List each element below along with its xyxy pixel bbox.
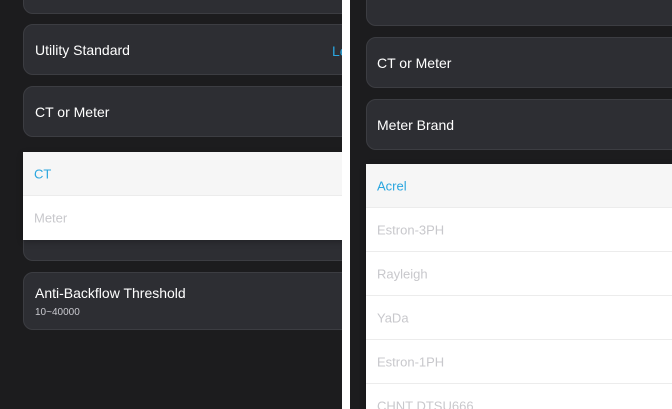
option-rayleigh[interactable]: Rayleigh: [366, 252, 672, 296]
ct-or-meter-label-right: CT or Meter: [377, 55, 452, 71]
meter-brand-dropdown: Acrel Estron-3PH Rayleigh YaDa Estron-1P…: [366, 164, 672, 409]
option-yada[interactable]: YaDa: [366, 296, 672, 340]
utility-standard-label: Utility Standard: [35, 42, 130, 58]
meter-brand-label: Meter Brand: [377, 117, 455, 133]
anti-backflow-label: Anti-Backflow Threshold: [35, 285, 186, 301]
meter-brand-row[interactable]: Meter Brand: [366, 99, 672, 150]
option-chnt-dtsu666[interactable]: CHNT DTSU666: [366, 384, 672, 409]
option-rayleigh-label: Rayleigh: [377, 266, 428, 281]
option-estron-1ph[interactable]: Estron-1PH: [366, 340, 672, 384]
left-settings-panel: Utility Standard Le CT or Meter CT Meter…: [0, 0, 342, 409]
option-acrel[interactable]: Acrel: [366, 164, 672, 208]
option-meter[interactable]: Meter: [23, 196, 342, 240]
anti-backflow-range: 10~40000: [35, 307, 80, 318]
anti-backflow-row[interactable]: Anti-Backflow Threshold 10~40000: [23, 272, 342, 330]
ct-or-meter-row[interactable]: CT or Meter: [23, 86, 342, 137]
ct-or-meter-row-right[interactable]: CT or Meter: [366, 37, 672, 88]
option-acrel-label: Acrel: [377, 178, 407, 193]
option-estron-1ph-label: Estron-1PH: [377, 354, 445, 369]
utility-standard-value: Le: [332, 43, 342, 59]
option-estron-3ph[interactable]: Estron-3PH: [366, 208, 672, 252]
option-ct-label: CT: [34, 166, 52, 181]
option-meter-label: Meter: [34, 210, 68, 226]
option-chnt-dtsu666-label: CHNT DTSU666: [377, 398, 474, 409]
option-estron-3ph-label: Estron-3PH: [377, 222, 445, 237]
top-partial-card[interactable]: [23, 0, 342, 14]
ct-or-meter-label: CT or Meter: [35, 104, 110, 120]
top-partial-card-right[interactable]: [366, 0, 672, 26]
option-yada-label: YaDa: [377, 310, 409, 325]
ct-meter-dropdown: CT Meter: [23, 152, 342, 240]
option-ct[interactable]: CT: [23, 152, 342, 196]
right-settings-panel: CT or Meter Meter Brand Acrel Estron-3PH…: [350, 0, 672, 409]
utility-standard-row[interactable]: Utility Standard Le: [23, 24, 342, 75]
panel-divider: [342, 0, 350, 409]
